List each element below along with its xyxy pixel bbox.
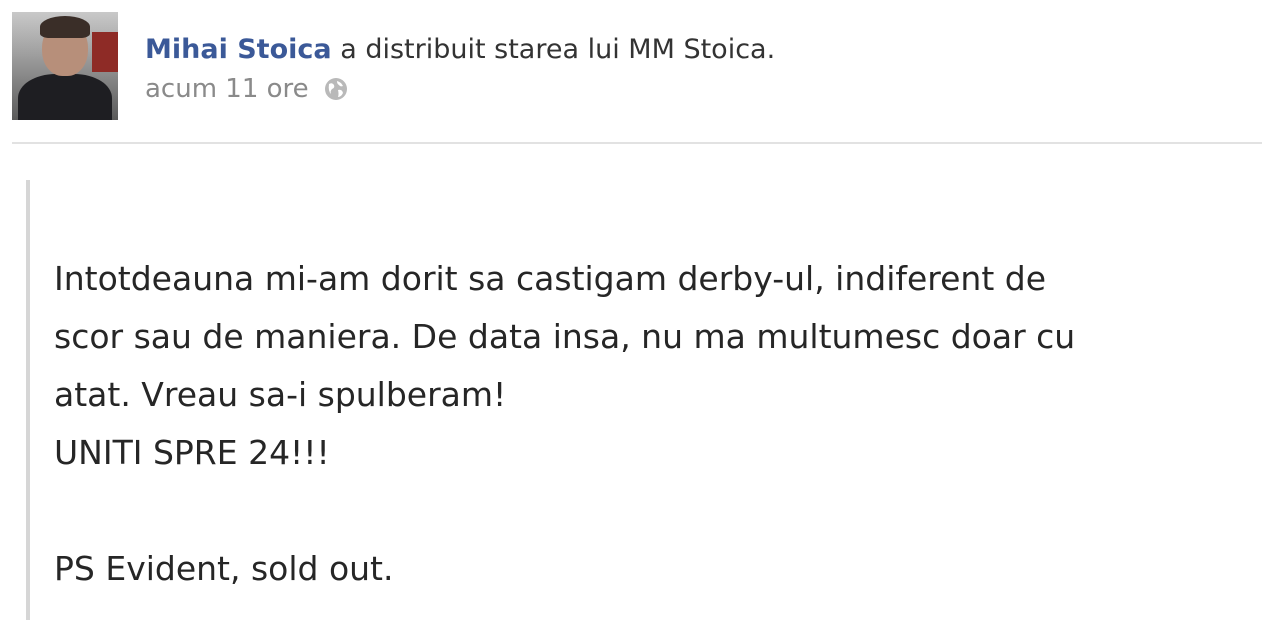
status-line: PS Evident, sold out. — [54, 549, 394, 588]
status-blank-line — [54, 482, 1254, 540]
share-action-text: a distribuit starea lui MM Stoica. — [331, 34, 776, 65]
status-line: Intotdeauna mi-am dorit sa castigam derb… — [54, 259, 1047, 298]
globe-icon[interactable] — [323, 76, 349, 102]
avatar[interactable] — [12, 12, 118, 120]
post-meta: acum 11 ore — [145, 74, 349, 104]
status-line: atat. Vreau sa-i spulberam! — [54, 375, 507, 414]
shared-status-text: Intotdeauna mi-am dorit sa castigam derb… — [54, 250, 1254, 598]
post-header: Mihai Stoica a distribuit starea lui MM … — [12, 12, 1262, 122]
author-name-link[interactable]: Mihai Stoica — [145, 34, 332, 65]
avatar-hair — [40, 16, 90, 38]
shared-status-block: Intotdeauna mi-am dorit sa castigam derb… — [26, 180, 1270, 620]
status-line: UNITI SPRE 24!!! — [54, 433, 330, 472]
post-headline: Mihai Stoica a distribuit starea lui MM … — [145, 34, 775, 65]
header-divider — [12, 142, 1262, 144]
status-line: scor sau de maniera. De data insa, nu ma… — [54, 317, 1076, 356]
avatar-body — [18, 74, 112, 120]
avatar-background-accent — [92, 32, 118, 72]
timestamp-link[interactable]: acum 11 ore — [145, 74, 309, 104]
